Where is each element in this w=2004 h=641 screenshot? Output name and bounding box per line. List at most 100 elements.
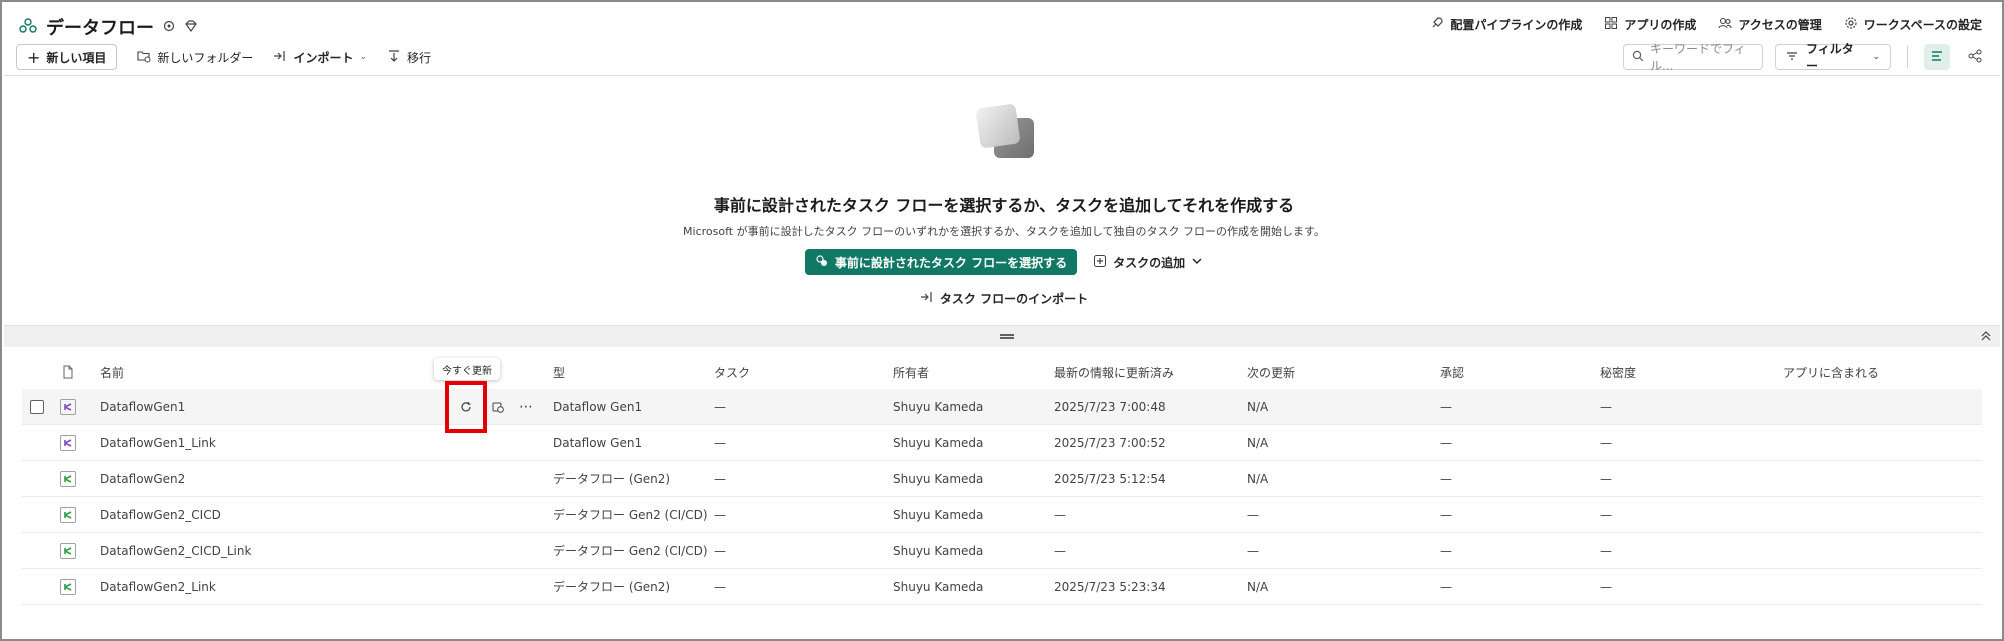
create-app-link[interactable]: アプリの作成 xyxy=(1604,16,1696,33)
column-refreshed[interactable]: 最新の情報に更新済み xyxy=(1054,360,1174,384)
search-input[interactable]: キーワードでフィル... xyxy=(1623,42,1763,73)
row-task: — xyxy=(714,579,726,594)
row-name[interactable]: DataflowGen2_CICD xyxy=(100,497,221,532)
task-flow-subtitle: Microsoft が事前に設計したタスク フローのいずれかを選択するか、タスク… xyxy=(683,225,1325,238)
row-refreshed: 2025/7/23 5:23:34 xyxy=(1054,579,1166,594)
row-owner: Shuyu Kameda xyxy=(893,471,984,486)
new-folder-label: 新しいフォルダー xyxy=(157,50,254,65)
row-refreshed: 2025/7/23 7:00:48 xyxy=(1054,399,1166,414)
table-row[interactable]: DataflowGen2_CICD データフロー Gen2 (CI/CD) — Shu… xyxy=(22,497,1982,533)
task-flow-illustration xyxy=(972,102,1040,164)
table-row[interactable]: DataflowGen1 ⋯ Dataflow Gen1 — Shuyu Kameda 2… xyxy=(22,389,1982,425)
row-endorsement: — xyxy=(1440,435,1452,450)
import-button[interactable]: インポート ⌄ xyxy=(273,49,367,66)
column-name[interactable]: 名前 xyxy=(100,360,124,384)
column-owner[interactable]: 所有者 xyxy=(893,360,929,384)
add-task-label: タスクの追加 xyxy=(1113,255,1186,270)
task-flow-title: 事前に設計されたタスク フローを選択するか、タスクを追加してそれを作成する xyxy=(713,196,1295,215)
row-sensitivity: — xyxy=(1600,543,1612,558)
row-sensitivity: — xyxy=(1600,507,1612,522)
table-row[interactable]: DataflowGen1_Link Dataflow Gen1 — Shuyu Kam… xyxy=(22,425,1982,461)
row-type: データフロー Gen2 (CI/CD) xyxy=(553,544,708,558)
new-folder-button[interactable]: 新しいフォルダー xyxy=(137,49,253,66)
search-icon xyxy=(1632,50,1644,65)
panel-resize-bar[interactable] xyxy=(4,325,2000,347)
row-type: データフロー (Gen2) xyxy=(553,472,671,486)
row-checkbox[interactable] xyxy=(30,389,44,424)
row-next-refresh: N/A xyxy=(1247,399,1269,414)
row-type: データフロー Gen2 (CI/CD) xyxy=(553,508,708,522)
table-row[interactable]: DataflowGen2 データフロー (Gen2) — Shuyu Kameda 20… xyxy=(22,461,1982,497)
app-grid-icon xyxy=(1604,16,1618,33)
row-task: — xyxy=(714,507,726,522)
row-owner: Shuyu Kameda xyxy=(893,543,984,558)
workspace-settings-link[interactable]: ワークスペースの設定 xyxy=(1844,16,1982,33)
row-refreshed: 2025/7/23 5:12:54 xyxy=(1054,471,1166,486)
workspace-settings-label: ワークスペースの設定 xyxy=(1863,18,1982,32)
migrate-button[interactable]: 移行 xyxy=(387,49,431,66)
lineage-icon xyxy=(1968,49,1982,66)
row-owner: Shuyu Kameda xyxy=(893,399,984,414)
row-name[interactable]: DataflowGen2_Link xyxy=(100,569,216,604)
row-task: — xyxy=(714,543,726,558)
more-options-icon[interactable]: ⋯ xyxy=(519,389,533,424)
new-item-button[interactable]: + 新しい項目 xyxy=(16,44,118,70)
row-owner: Shuyu Kameda xyxy=(893,579,984,594)
new-item-label: 新しい項目 xyxy=(46,50,107,65)
schedule-refresh-icon[interactable] xyxy=(492,389,504,424)
row-endorsement: — xyxy=(1440,399,1452,414)
search-placeholder: キーワードでフィル... xyxy=(1650,42,1746,73)
column-next-refresh[interactable]: 次の更新 xyxy=(1247,360,1295,384)
row-sensitivity: — xyxy=(1600,471,1612,486)
chevron-down-icon: ⌄ xyxy=(1872,52,1880,62)
column-task[interactable]: タスク xyxy=(714,360,750,384)
dataflow-icon xyxy=(60,461,76,496)
manage-access-link[interactable]: アクセスの管理 xyxy=(1718,16,1822,33)
import-task-flow-link[interactable]: タスク フローのインポート xyxy=(2,290,2004,307)
row-name[interactable]: DataflowGen2 xyxy=(100,461,185,496)
column-in-app[interactable]: アプリに含まれる xyxy=(1783,360,1879,384)
create-pipeline-label: 配置パイプラインの作成 xyxy=(1450,18,1583,32)
row-next-refresh: N/A xyxy=(1247,471,1269,486)
lineage-view-button[interactable] xyxy=(1962,44,1988,70)
row-refreshed: — xyxy=(1054,543,1066,558)
list-view-button[interactable] xyxy=(1924,44,1950,70)
toolbar-right: キーワードでフィル... フィルター ⌄ xyxy=(1623,42,1988,73)
workspace-status-icon[interactable] xyxy=(162,19,176,36)
toolbar: + 新しい項目 新しいフォルダー インポート ⌄ 移行 キーワードでフィル...… xyxy=(16,42,1988,73)
type-column-icon xyxy=(62,360,74,384)
row-refreshed: — xyxy=(1054,507,1066,522)
row-sensitivity: — xyxy=(1600,399,1612,414)
filter-icon xyxy=(1786,50,1798,65)
import-label: インポート xyxy=(293,50,354,65)
column-type[interactable]: 型 xyxy=(553,360,565,384)
row-task: — xyxy=(714,435,726,450)
toolbar-divider xyxy=(1907,46,1908,68)
task-flow-actions: 事前に設計されたタスク フローを選択する タスクの追加 xyxy=(2,249,2004,275)
select-task-flow-button[interactable]: 事前に設計されたタスク フローを選択する xyxy=(804,249,1078,275)
dataflow-icon xyxy=(60,389,76,424)
collapse-up-icon[interactable] xyxy=(1980,329,1992,346)
column-sensitivity[interactable]: 秘密度 xyxy=(1600,360,1636,384)
row-next-refresh: — xyxy=(1247,543,1259,558)
table-row[interactable]: DataflowGen2_CICD_Link データフロー Gen2 (CI/CD… xyxy=(22,533,1982,569)
table-row[interactable]: DataflowGen2_Link データフロー (Gen2) — Shuyu Kam… xyxy=(22,569,1982,605)
import-arrow-icon xyxy=(273,49,287,66)
row-name[interactable]: DataflowGen1 xyxy=(100,389,185,424)
header-actions: 配置パイプラインの作成 アプリの作成 アクセスの管理 ワークスペースの設定 xyxy=(1430,16,1982,33)
dataflow-icon xyxy=(60,425,76,460)
column-endorsement[interactable]: 承認 xyxy=(1440,360,1464,384)
row-type: Dataflow Gen1 xyxy=(553,435,643,450)
workspace-header: データフロー xyxy=(18,14,198,40)
row-name[interactable]: DataflowGen2_CICD_Link xyxy=(100,533,251,568)
create-pipeline-link[interactable]: 配置パイプラインの作成 xyxy=(1430,16,1582,33)
table-header: 名前 型 タスク 所有者 最新の情報に更新済み 次の更新 承認 秘密度 アプリに… xyxy=(22,360,1982,384)
row-next-refresh: N/A xyxy=(1247,579,1269,594)
gear-icon xyxy=(1844,16,1858,33)
resize-grip-icon[interactable] xyxy=(1000,334,1014,339)
row-name[interactable]: DataflowGen1_Link xyxy=(100,425,216,460)
filter-button[interactable]: フィルター ⌄ xyxy=(1775,42,1891,73)
premium-diamond-icon[interactable] xyxy=(184,19,198,36)
manage-access-label: アクセスの管理 xyxy=(1738,18,1822,32)
add-task-button[interactable]: タスクの追加 xyxy=(1093,254,1203,271)
